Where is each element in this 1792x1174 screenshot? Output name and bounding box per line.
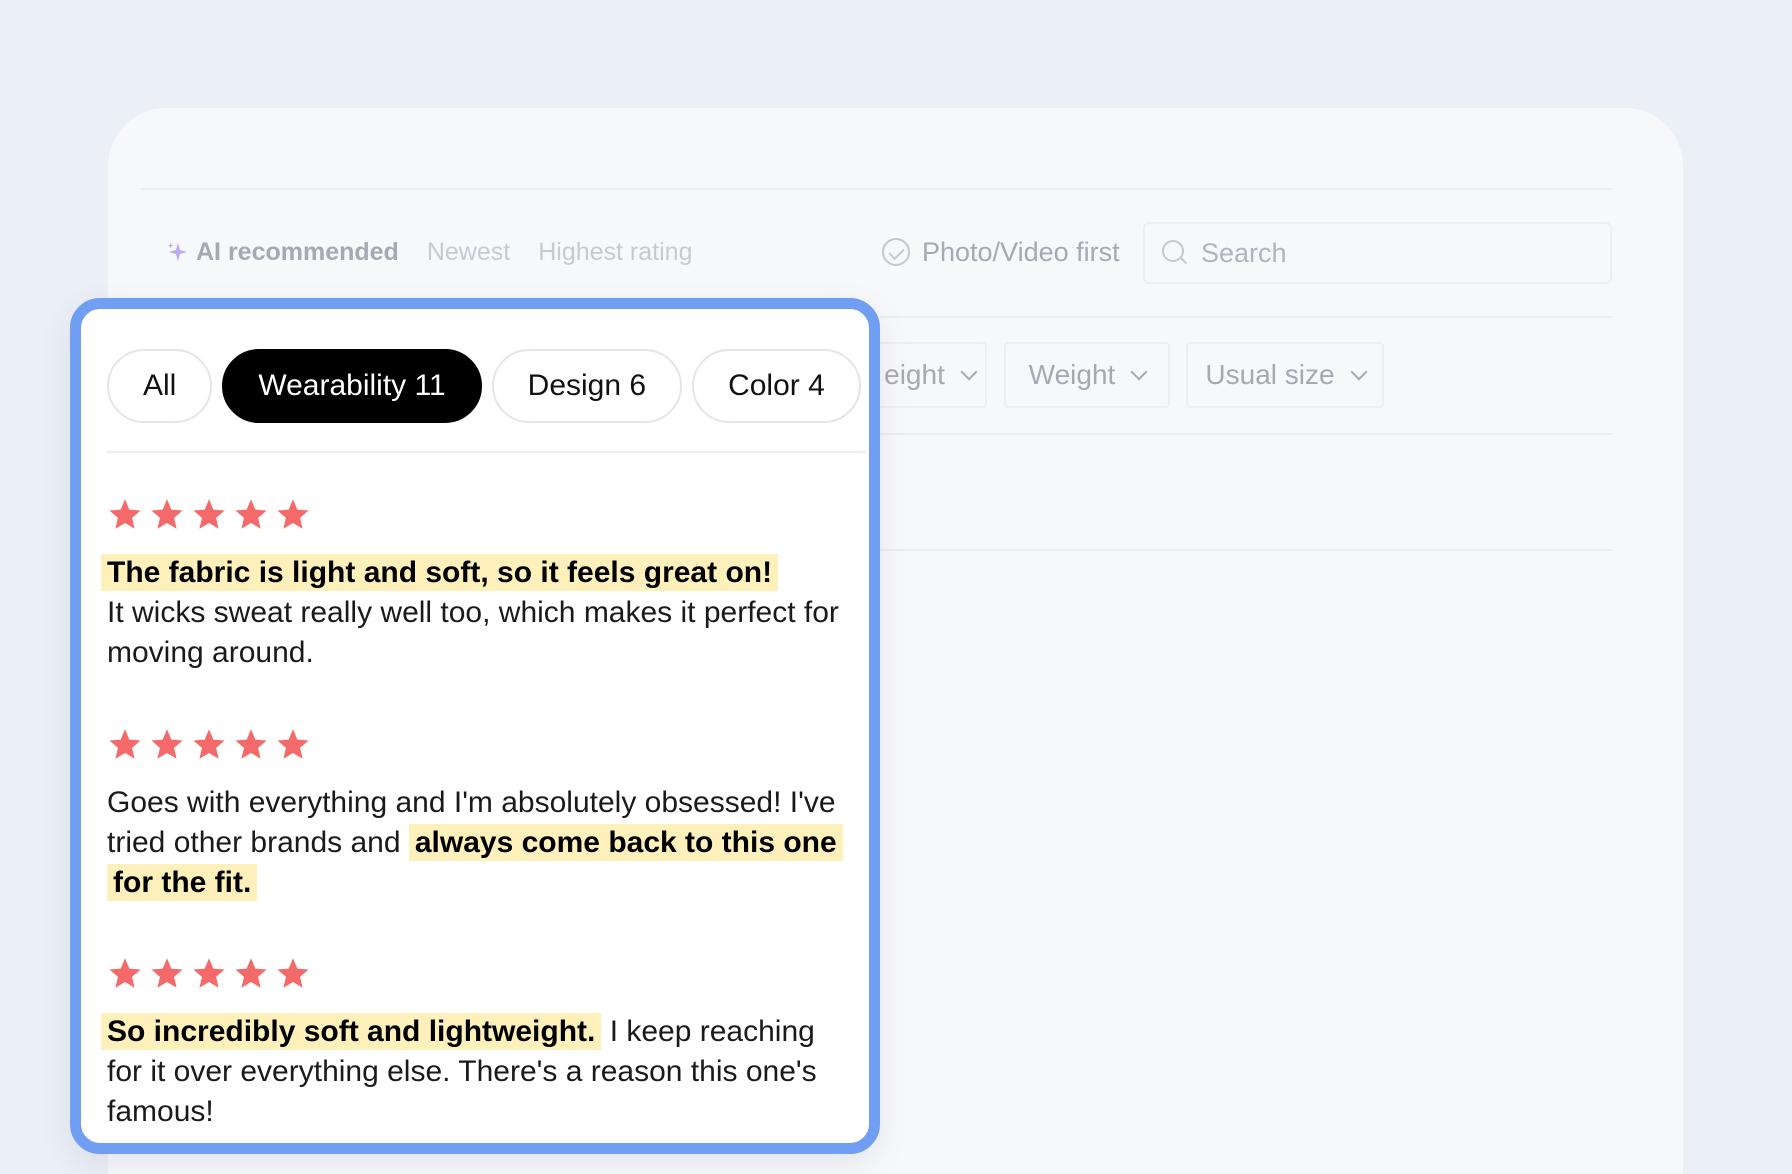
divider (141, 188, 1612, 190)
sparkle-icon (167, 242, 188, 262)
review-text: Goes with everything and I'm absolutely … (107, 783, 847, 903)
divider (107, 451, 867, 453)
star-icon (151, 958, 183, 988)
divider (880, 316, 1612, 318)
star-icon (109, 729, 141, 759)
photo-video-first-label: Photo/Video first (922, 236, 1120, 267)
star-icon (277, 958, 309, 988)
star-icon (151, 729, 183, 759)
review-highlight: So incredibly soft and lightweight. (101, 1013, 602, 1050)
star-icon (109, 499, 141, 529)
screen: AI recommended Newest Highest rating Pho… (0, 0, 1792, 1174)
review-text: So incredibly soft and lightweight. I ke… (101, 1012, 847, 1132)
chip-wearability[interactable]: Wearability 11 (222, 349, 482, 423)
star-icon (193, 958, 225, 988)
keyword-filter-chips: All Wearability 11 Design 6 Color 4 (107, 349, 861, 423)
check-circle-icon (882, 238, 910, 266)
search-placeholder: Search (1201, 237, 1287, 268)
star-icon (235, 499, 267, 529)
review-highlight-card: All Wearability 11 Design 6 Color 4 The fab… (70, 298, 880, 1154)
star-icon (235, 729, 267, 759)
search-icon (1161, 239, 1189, 267)
review-body: It wicks sweat really well too, which ma… (107, 596, 839, 669)
star-icon (193, 729, 225, 759)
review-item: Goes with everything and I'm absolutely … (107, 727, 847, 903)
star-icon (235, 958, 267, 988)
star-rating (107, 497, 847, 535)
weight-dropdown[interactable]: Weight (1004, 342, 1170, 408)
sort-options: AI recommended Newest Highest rating (166, 238, 720, 266)
divider (880, 433, 1612, 435)
star-icon (151, 499, 183, 529)
star-icon (277, 729, 309, 759)
review-item: The fabric is light and soft, so it feel… (101, 497, 847, 673)
sort-newest[interactable]: Newest (427, 238, 510, 267)
usual-size-dropdown[interactable]: Usual size (1186, 342, 1384, 408)
review-text: The fabric is light and soft, so it feel… (101, 553, 847, 673)
review-highlight: The fabric is light and soft, so it feel… (101, 554, 779, 591)
star-rating (107, 727, 847, 765)
sort-highest-rating[interactable]: Highest rating (538, 238, 692, 267)
search-input[interactable]: Search (1143, 222, 1612, 284)
weight-dropdown-label: Weight (1028, 359, 1116, 390)
chip-design[interactable]: Design 6 (491, 349, 683, 423)
photo-video-first-toggle[interactable]: Photo/Video first (882, 234, 1120, 270)
chevron-down-icon (1130, 363, 1148, 381)
star-icon (277, 499, 309, 529)
star-icon (109, 958, 141, 988)
chevron-down-icon (960, 363, 978, 381)
chip-all[interactable]: All (107, 349, 213, 423)
sort-ai-recommended[interactable]: AI recommended (196, 238, 399, 267)
review-item: So incredibly soft and lightweight. I ke… (101, 956, 847, 1132)
usual-size-dropdown-label: Usual size (1205, 359, 1335, 390)
divider (880, 549, 1612, 551)
chip-color[interactable]: Color 4 (692, 349, 861, 423)
star-rating (107, 956, 847, 994)
star-icon (193, 499, 225, 529)
chevron-down-icon (1350, 363, 1368, 381)
